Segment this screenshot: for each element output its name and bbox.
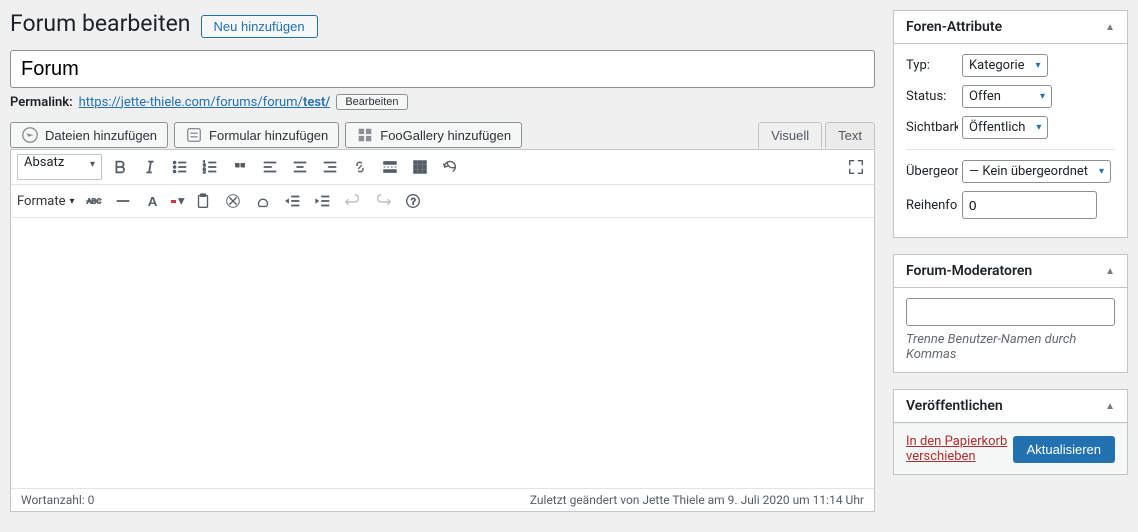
status-select[interactable]: Offen: [962, 85, 1052, 108]
panel-header-moderators[interactable]: Forum-Moderatoren ▲: [894, 255, 1127, 288]
wordcount: Wortanzahl: 0: [21, 493, 94, 507]
collapse-icon: ▲: [1105, 266, 1115, 277]
panel-publish: Veröffentlichen ▲ In den Papierkorb vers…: [893, 389, 1128, 475]
add-files-label: Dateien hinzufügen: [45, 128, 157, 143]
refresh-button[interactable]: [438, 155, 462, 179]
editor-container: Absatz 123 Formate ABC A ▾: [10, 149, 875, 512]
permalink-link[interactable]: https://jette-thiele.com/forums/forum/te…: [79, 95, 331, 110]
formats-dropdown[interactable]: Formate: [17, 194, 75, 209]
tab-text[interactable]: Text: [825, 122, 875, 148]
svg-text:?: ?: [410, 197, 415, 207]
special-char-button[interactable]: [251, 189, 275, 213]
align-left-button[interactable]: [258, 155, 282, 179]
redo-button[interactable]: [371, 189, 395, 213]
toolbar-toggle-button[interactable]: [408, 155, 432, 179]
visibility-select[interactable]: Öffentlich: [962, 116, 1048, 139]
editor-content-area[interactable]: [11, 218, 874, 488]
status-label: Status:: [906, 89, 958, 104]
hr-button[interactable]: [111, 189, 135, 213]
permalink-label: Permalink:: [10, 95, 73, 110]
fullscreen-button[interactable]: [844, 155, 868, 179]
collapse-icon: ▲: [1105, 401, 1115, 412]
align-right-button[interactable]: [318, 155, 342, 179]
edit-permalink-button[interactable]: Bearbeiten: [336, 94, 407, 110]
italic-button[interactable]: [138, 155, 162, 179]
text-color-picker-button[interactable]: ▾: [171, 189, 185, 213]
outdent-button[interactable]: [281, 189, 305, 213]
quote-button[interactable]: [228, 155, 252, 179]
tab-visual[interactable]: Visuell: [758, 122, 822, 148]
paste-button[interactable]: [191, 189, 215, 213]
order-input[interactable]: [962, 191, 1097, 219]
panel-title-publish: Veröffentlichen: [906, 398, 1003, 414]
visibility-label: Sichtbarkeit: [906, 120, 958, 135]
panel-title-attributes: Foren-Attribute: [906, 19, 1002, 35]
add-gallery-label: FooGallery hinzufügen: [380, 128, 511, 143]
text-color-button[interactable]: A: [141, 189, 165, 213]
help-button[interactable]: ?: [401, 189, 425, 213]
add-form-button[interactable]: Formular hinzufügen: [174, 122, 339, 148]
page-title: Forum bearbeiten: [10, 10, 191, 37]
add-form-label: Formular hinzufügen: [209, 128, 328, 143]
update-button[interactable]: Aktualisieren: [1013, 436, 1115, 463]
post-title-input[interactable]: [10, 50, 875, 88]
gallery-icon: [356, 126, 374, 144]
type-label: Typ:: [906, 58, 958, 73]
parent-select[interactable]: — Kein übergeordnet: [962, 160, 1111, 183]
readmore-button[interactable]: [378, 155, 402, 179]
add-new-button[interactable]: Neu hinzufügen: [201, 15, 318, 38]
panel-title-moderators: Forum-Moderatoren: [906, 263, 1032, 279]
parent-label: Übergeord: [906, 164, 958, 179]
number-list-button[interactable]: 123: [198, 155, 222, 179]
last-edited: Zuletzt geändert von Jette Thiele am 9. …: [530, 493, 864, 507]
link-button[interactable]: [348, 155, 372, 179]
panel-moderators: Forum-Moderatoren ▲ Trenne Benutzer-Name…: [893, 254, 1128, 373]
panel-forum-attributes: Foren-Attribute ▲ Typ: Kategorie Status:…: [893, 10, 1128, 238]
type-select[interactable]: Kategorie: [962, 54, 1048, 77]
indent-button[interactable]: [311, 189, 335, 213]
order-label: Reihenfolg: [906, 198, 958, 213]
abc-strike-button[interactable]: ABC: [81, 189, 105, 213]
collapse-icon: ▲: [1105, 22, 1115, 33]
panel-header-publish[interactable]: Veröffentlichen ▲: [894, 390, 1127, 423]
add-files-button[interactable]: Dateien hinzufügen: [10, 122, 168, 148]
bold-button[interactable]: [108, 155, 132, 179]
add-gallery-button[interactable]: FooGallery hinzufügen: [345, 122, 522, 148]
clear-format-button[interactable]: [221, 189, 245, 213]
paragraph-select[interactable]: Absatz: [17, 154, 102, 180]
undo-button[interactable]: [341, 189, 365, 213]
moderators-help: Trenne Benutzer-Namen durch Kommas: [906, 332, 1115, 362]
moderators-input[interactable]: [906, 298, 1115, 326]
media-icon: [21, 126, 39, 144]
panel-header-attributes[interactable]: Foren-Attribute ▲: [894, 11, 1127, 44]
svg-text:3: 3: [203, 169, 206, 175]
trash-link[interactable]: In den Papierkorb verschieben: [906, 434, 1013, 464]
form-icon: [185, 126, 203, 144]
bullet-list-button[interactable]: [168, 155, 192, 179]
align-center-button[interactable]: [288, 155, 312, 179]
